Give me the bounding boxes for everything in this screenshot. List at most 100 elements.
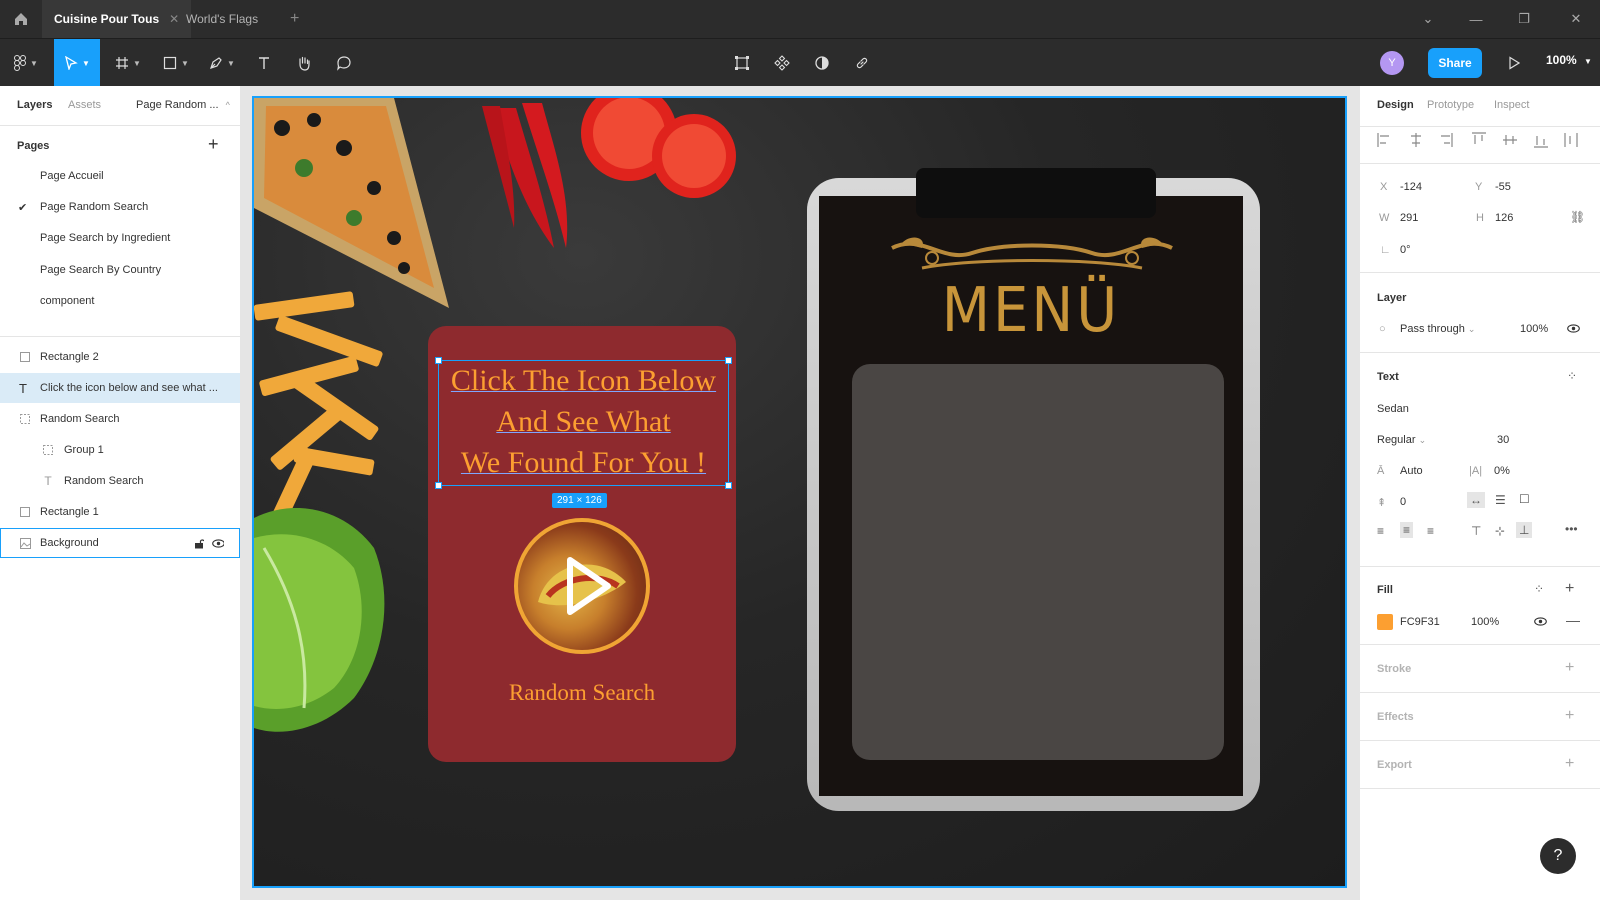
paragraph-spacing-input[interactable]: 0 — [1400, 496, 1406, 508]
tab-design[interactable]: Design — [1377, 99, 1414, 111]
page-selector[interactable]: Page Random ... ^ — [136, 99, 230, 111]
home-button[interactable] — [0, 0, 42, 38]
unlock-icon[interactable] — [193, 537, 205, 549]
add-tab-icon[interactable]: + — [290, 10, 299, 28]
hand-tool-button[interactable] — [290, 39, 318, 87]
tab-cuisine-pour-tous[interactable]: Cuisine Pour Tous ✕ — [42, 0, 192, 38]
tabs-dropdown-icon[interactable]: ⌄ — [1404, 0, 1452, 38]
eye-icon[interactable] — [212, 537, 224, 549]
tab-inspect[interactable]: Inspect — [1494, 99, 1529, 111]
align-middle-icon[interactable]: ⊹ — [1495, 524, 1505, 538]
share-button[interactable]: Share — [1428, 48, 1482, 78]
page-item[interactable]: Page Accueil — [40, 170, 104, 182]
user-avatar[interactable]: Y — [1380, 51, 1404, 75]
font-size-input[interactable]: 30 — [1497, 434, 1509, 446]
eye-icon[interactable] — [1534, 615, 1547, 629]
design-panel: Design Prototype Inspect X -124 Y -55 W … — [1359, 86, 1600, 900]
frame-tool-button[interactable]: ▼ — [110, 39, 146, 87]
layer-row[interactable]: T Random Search — [0, 466, 240, 496]
zoom-dropdown[interactable]: 100% ▼ — [1546, 53, 1592, 67]
help-button[interactable]: ? — [1540, 838, 1576, 874]
taco-play-button[interactable] — [514, 518, 650, 654]
link-button[interactable] — [848, 39, 876, 87]
minimize-icon[interactable]: — — [1452, 0, 1500, 38]
add-fill-icon[interactable]: + — [1565, 580, 1574, 598]
letter-spacing-input[interactable]: 0% — [1494, 465, 1510, 477]
width-input[interactable]: 291 — [1400, 212, 1418, 224]
window-close-icon[interactable]: ✕ — [1552, 0, 1600, 38]
add-page-icon[interactable]: + — [208, 134, 219, 155]
rotation-input[interactable]: 0° — [1400, 244, 1411, 256]
remove-fill-icon[interactable]: — — [1566, 612, 1580, 628]
auto-width-icon[interactable]: ↔ — [1467, 492, 1485, 508]
letter-spacing-icon: |A| — [1469, 465, 1483, 477]
canvas[interactable]: Click The Icon Below And See What We Fou… — [241, 86, 1359, 900]
add-effect-icon[interactable]: + — [1565, 707, 1574, 725]
move-tool-button[interactable]: ▼ — [54, 39, 100, 87]
align-top-icon[interactable]: ⊤ — [1471, 524, 1481, 538]
mask-button[interactable] — [808, 39, 836, 87]
auto-height-icon[interactable]: ☰ — [1495, 493, 1506, 507]
resize-handle[interactable] — [725, 357, 732, 364]
figma-logo-icon — [14, 55, 27, 71]
menu-content-box[interactable] — [852, 364, 1224, 760]
layer-row[interactable]: T Click the icon below and see what ... — [0, 373, 240, 403]
auto-layout-button[interactable] — [728, 39, 756, 87]
layer-opacity-input[interactable]: 100% — [1520, 323, 1548, 335]
shape-tool-button[interactable]: ▼ — [158, 39, 194, 87]
align-right-icon[interactable]: ≡ — [1427, 524, 1434, 538]
height-input[interactable]: 126 — [1495, 212, 1513, 224]
home-icon — [15, 13, 27, 25]
text-tool-button[interactable] — [250, 39, 278, 87]
pen-tool-button[interactable]: ▼ — [204, 39, 240, 87]
tab-worlds-flags[interactable]: World's Flags — [174, 0, 270, 38]
layer-row[interactable]: Group 1 — [0, 435, 240, 465]
page-item[interactable]: Page Random Search — [40, 201, 148, 213]
align-left-icon[interactable]: ≡ — [1377, 524, 1384, 538]
text-styles-icon[interactable]: ⁘ — [1567, 369, 1577, 383]
line-height-input[interactable]: Auto — [1400, 465, 1423, 477]
tab-assets[interactable]: Assets — [68, 99, 101, 111]
resize-handle[interactable] — [435, 482, 442, 489]
fixed-size-icon[interactable]: ☐ — [1519, 492, 1530, 506]
layer-row[interactable]: Rectangle 1 — [0, 497, 240, 527]
eye-icon[interactable] — [1567, 322, 1580, 336]
layer-row[interactable]: Rectangle 2 — [0, 342, 240, 372]
page-item[interactable]: component — [40, 295, 94, 307]
restore-icon[interactable]: ❐ — [1500, 0, 1548, 38]
background-frame[interactable]: Click The Icon Below And See What We Fou… — [252, 96, 1347, 888]
card-subtitle[interactable]: Random Search — [428, 680, 736, 706]
y-input[interactable]: -55 — [1495, 181, 1511, 193]
fill-opacity-input[interactable]: 100% — [1471, 616, 1499, 628]
layer-row[interactable]: Background — [0, 528, 240, 558]
main-menu-button[interactable]: ▼ — [8, 39, 44, 87]
tab-layers[interactable]: Layers — [17, 99, 52, 111]
font-weight-dropdown[interactable]: Regular ⌄ — [1377, 434, 1426, 446]
play-icon — [538, 557, 626, 615]
page-item[interactable]: Page Search By Country — [40, 264, 161, 276]
align-bottom-icon[interactable]: ⊥ — [1516, 522, 1533, 538]
align-center-icon[interactable]: ≡ — [1400, 522, 1414, 538]
present-button[interactable] — [1500, 39, 1528, 87]
component-button[interactable] — [768, 39, 796, 87]
resize-handle[interactable] — [725, 482, 732, 489]
more-options-icon[interactable]: ••• — [1565, 522, 1578, 536]
fill-hex-input[interactable]: FC9F31 — [1400, 616, 1440, 628]
constrain-proportions-icon[interactable]: ⛓ — [1570, 210, 1585, 224]
resize-handle[interactable] — [435, 357, 442, 364]
layer-row[interactable]: Random Search — [0, 404, 240, 434]
font-weight-value: Regular — [1377, 434, 1416, 446]
layer-label: Random Search — [64, 475, 144, 487]
font-family-dropdown[interactable]: Sedan — [1377, 403, 1409, 415]
x-input[interactable]: -124 — [1400, 181, 1422, 193]
add-stroke-icon[interactable]: + — [1565, 659, 1574, 677]
text-icon: T — [19, 380, 27, 396]
fill-color-swatch[interactable] — [1377, 614, 1393, 630]
blend-mode-dropdown[interactable]: Pass through ⌄ — [1400, 323, 1475, 335]
component-icon — [774, 55, 790, 71]
comment-tool-button[interactable] — [330, 39, 358, 87]
fill-styles-icon[interactable]: ⁘ — [1534, 582, 1544, 596]
page-item[interactable]: Page Search by Ingredient — [40, 232, 170, 244]
add-export-icon[interactable]: + — [1565, 755, 1574, 773]
tab-prototype[interactable]: Prototype — [1427, 99, 1474, 111]
